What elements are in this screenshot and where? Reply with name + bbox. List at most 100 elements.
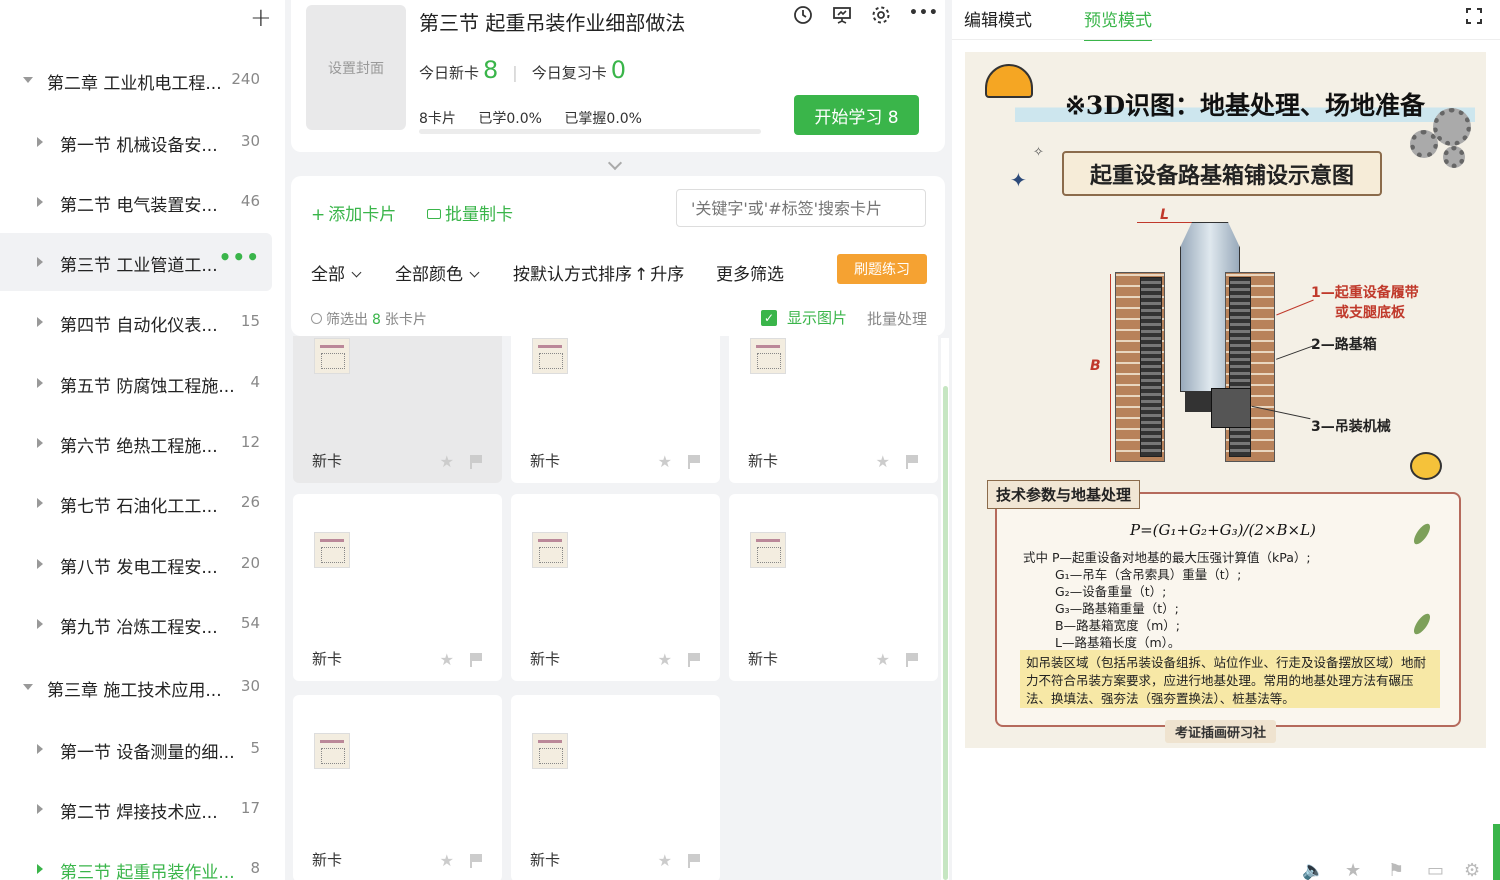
poster-subtitle: 起重设备路基箱铺设示意图 [1062,151,1382,196]
deck-name: 第七节 石油化工工... [60,497,218,517]
clock-icon[interactable] [792,5,814,27]
star-icon[interactable]: ★ [658,851,672,870]
gear-icon[interactable] [870,5,892,27]
sidebar-item-chapter3[interactable]: 第三章 施工技术应用... 30 [0,658,272,716]
card-item[interactable]: 新卡 ★ [293,336,502,483]
chevron-right-icon[interactable] [37,498,43,508]
flag-icon[interactable] [688,653,700,667]
sidebar-item[interactable]: 第四节 自动化仪表... 15 [0,293,272,351]
speaker-icon[interactable]: 🔈 [1302,860,1324,880]
grid-scrollbar[interactable] [941,338,949,880]
tab-preview-mode[interactable]: 预览模式 [1084,6,1152,41]
sidebar-item-selected[interactable]: 第三节 工业管道工... ••• [0,233,272,291]
chevron-right-icon[interactable] [37,559,43,569]
flag-icon[interactable]: ⚑ [1388,860,1404,880]
batch-icon [427,209,441,219]
card-thumbnail [750,532,786,568]
star-icon[interactable]: ★ [440,452,454,471]
flag-icon[interactable] [688,854,700,868]
card-item[interactable]: 新卡 ★ [511,336,720,483]
flag-icon[interactable] [470,653,482,667]
chevron-right-icon[interactable] [37,864,43,874]
card-item[interactable]: 新卡 ★ [729,336,938,483]
filter-color-dropdown[interactable]: 全部颜色 [395,260,480,285]
chevron-right-icon[interactable] [37,197,43,207]
deck-name: 第五节 防腐蚀工程施... [60,377,235,397]
filter-all-label: 全部 [311,265,345,285]
card-item[interactable]: 新卡 ★ [293,494,502,681]
sidebar-item[interactable]: 第六节 绝热工程施... 12 [0,414,272,472]
sidebar-item[interactable]: 第一节 机械设备安... 30 [0,113,272,171]
chevron-down-icon[interactable] [23,684,33,690]
chevron-right-icon[interactable] [37,257,43,267]
sidebar-item[interactable]: 第二节 焊接技术应... 17 [0,780,272,838]
flag-icon[interactable] [906,455,918,469]
fullscreen-icon[interactable] [1466,8,1482,24]
chevron-right-icon[interactable] [37,317,43,327]
gear-icon [1433,108,1471,146]
chevron-right-icon[interactable] [37,378,43,388]
callout-2: 2—路基箱 [1311,337,1377,353]
add-card-button[interactable]: + 添加卡片 [311,200,396,225]
practice-button[interactable]: 刷题练习 [837,254,927,284]
more-filters-button[interactable]: 更多筛选 [716,260,784,285]
sidebar-item-active[interactable]: 第三节 起重吊装作业... 8 [0,840,272,880]
star-icon[interactable]: ★ [440,650,454,669]
chevron-right-icon[interactable] [37,619,43,629]
dimension-line [1110,274,1111,462]
deck-name: 第三节 工业管道工... [60,256,218,276]
comment-icon[interactable]: ▭ [1427,860,1444,880]
set-cover-button[interactable]: 设置封面 [306,5,406,130]
sidebar-item[interactable]: 第九节 冶炼工程安... 54 [0,595,272,653]
sidebar-item-chapter2[interactable]: 第二章 工业机电工程... 240 [0,51,272,109]
star-icon[interactable]: ★ [658,452,672,471]
sidebar-item[interactable]: 第五节 防腐蚀工程施... 4 [0,354,272,412]
chevron-right-icon[interactable] [37,744,43,754]
sidebar-item[interactable]: 第七节 石油化工工... 26 [0,474,272,532]
star-icon[interactable]: ★ [658,650,672,669]
flag-icon[interactable] [688,455,700,469]
card-item[interactable]: 新卡 ★ [511,695,720,880]
add-deck-button[interactable]: + [250,3,272,33]
card-thumbnail [314,338,350,374]
checkbox-checked-icon[interactable]: ✓ [761,309,777,326]
card-item[interactable]: 新卡 ★ [729,494,938,681]
chevron-right-icon[interactable] [37,137,43,147]
flag-icon[interactable] [470,455,482,469]
sidebar-item[interactable]: 第八节 发电工程安... 20 [0,535,272,593]
batch-make-label: 批量制卡 [445,205,513,225]
search-input[interactable] [676,189,926,227]
star-icon[interactable]: ★ [876,650,890,669]
presentation-icon[interactable] [831,5,853,27]
scrollbar-thumb[interactable] [943,386,948,880]
sort-dropdown[interactable]: 按默认方式排序 ↑ 升序 [513,260,684,285]
new-today-value: 8 [483,56,499,84]
batch-make-button[interactable]: 批量制卡 [427,200,513,225]
filter-all-dropdown[interactable]: 全部 [311,260,362,285]
deck-name: 第四节 自动化仪表... [60,316,218,336]
sidebar-item[interactable]: 第二节 电气装置安... 46 [0,173,272,231]
flag-icon[interactable] [470,854,482,868]
deck-count: 15 [240,312,260,330]
card-item[interactable]: 新卡 ★ [293,695,502,880]
start-study-button[interactable]: 开始学习 8 [794,95,919,135]
card-item[interactable]: 新卡 ★ [511,494,720,681]
more-options-icon[interactable]: ••• [219,245,260,269]
flag-icon[interactable] [906,653,918,667]
sidebar-item[interactable]: 第一节 设备测量的细... 5 [0,720,272,778]
callout-3: 3—吊装机械 [1311,419,1391,435]
chevron-right-icon[interactable] [37,438,43,448]
more-icon[interactable]: ••• [909,5,938,27]
star-icon[interactable]: ★ [440,851,454,870]
batch-process-button[interactable]: 批量处理 [867,308,927,329]
callout-line [1276,299,1314,316]
learned-percent: 已学0.0% [478,111,542,127]
chevron-right-icon[interactable] [37,804,43,814]
show-images-toggle[interactable]: ✓ 显示图片 [761,307,847,328]
chevron-down-icon[interactable] [23,77,33,83]
star-icon[interactable]: ★ [1345,860,1361,880]
collapse-chevron-icon[interactable] [607,155,623,171]
star-icon[interactable]: ★ [876,452,890,471]
settings-icon[interactable]: ⚙ [1464,860,1480,880]
tab-edit-mode[interactable]: 编辑模式 [964,6,1032,31]
